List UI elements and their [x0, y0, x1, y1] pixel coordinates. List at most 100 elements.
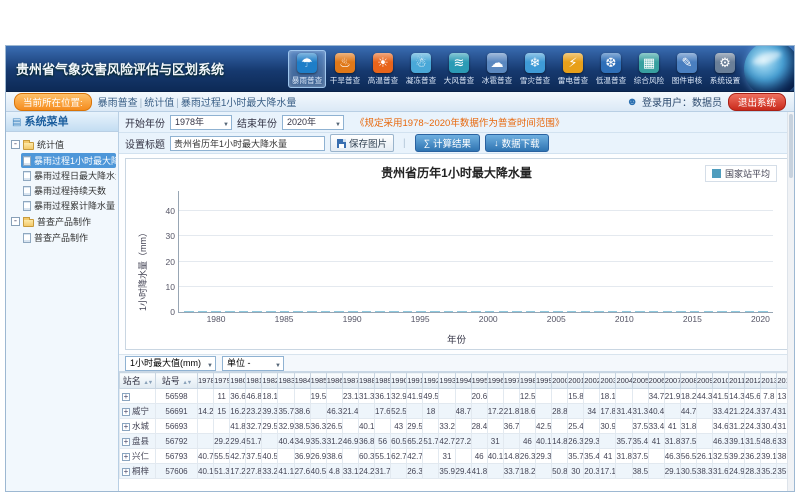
value-cell-1983: 40.4 [278, 434, 294, 449]
calculate-button[interactable]: ∑ 计算结果 [415, 134, 480, 152]
column-header-2011[interactable]: 2011 [729, 373, 745, 389]
page-icon [23, 186, 31, 196]
tree-item[interactable]: 普查产品制作 [21, 230, 116, 245]
module-hail[interactable]: ☁冰雹普查 [478, 50, 516, 88]
column-header-1981[interactable]: 1981 [246, 373, 262, 389]
value-cell-1981: 46.8 [246, 389, 262, 404]
value-cell-1995: 41.8 [471, 464, 487, 479]
column-header-1979[interactable]: 1979 [214, 373, 230, 389]
column-header-1997[interactable]: 1997 [503, 373, 519, 389]
column-header-2007[interactable]: 2007 [664, 373, 680, 389]
column-header-id[interactable]: 站号 ▲▼ [156, 373, 198, 389]
column-header-1984[interactable]: 1984 [294, 373, 310, 389]
column-header-name[interactable]: 站名 ▲▼ [120, 373, 156, 389]
column-header-1993[interactable]: 1993 [439, 373, 455, 389]
column-header-1996[interactable]: 1996 [487, 373, 503, 389]
sort-icon[interactable]: ▲▼ [182, 380, 191, 386]
tree-expander-icon[interactable]: - [11, 217, 20, 226]
tree-node[interactable]: -普查产品制作 [8, 213, 116, 230]
module-freeze[interactable]: ☃凝冻普查 [402, 50, 440, 88]
row-expander-icon[interactable]: + [122, 438, 130, 446]
module-risk[interactable]: ▦综合风险 [630, 50, 668, 88]
logout-button[interactable]: 退出系统 [728, 93, 786, 111]
column-header-1994[interactable]: 1994 [455, 373, 471, 389]
column-header-2002[interactable]: 2002 [584, 373, 600, 389]
value-cell-2012: 24.3 [745, 404, 761, 419]
value-cell-2006: 40.4 [648, 404, 664, 419]
column-header-1985[interactable]: 1985 [310, 373, 326, 389]
column-header-2012[interactable]: 2012 [745, 373, 761, 389]
module-label: 图件审核 [671, 75, 703, 85]
breadcrumb-item[interactable]: 统计值 [144, 98, 174, 109]
unit-select[interactable]: 单位 - [222, 356, 284, 371]
column-header-1998[interactable]: 1998 [519, 373, 535, 389]
header-label: 站名 [123, 376, 141, 386]
row-expander-icon[interactable]: + [122, 468, 130, 476]
column-header-2001[interactable]: 2001 [568, 373, 584, 389]
module-drought[interactable]: ♨干旱普查 [326, 50, 364, 88]
value-cell-2009 [696, 419, 712, 434]
end-year-select[interactable]: 2020年 [282, 115, 344, 130]
module-snow[interactable]: ❄雪灾普查 [516, 50, 554, 88]
module-lightning[interactable]: ⚡雷电普查 [554, 50, 592, 88]
vertical-scrollbar[interactable] [787, 112, 794, 491]
tree-expander-icon[interactable]: - [11, 140, 20, 149]
column-header-1992[interactable]: 1992 [423, 373, 439, 389]
tree-node[interactable]: -统计值 [8, 136, 116, 153]
chart-title-input[interactable] [170, 136, 325, 151]
column-header-1987[interactable]: 1987 [342, 373, 358, 389]
column-header-2010[interactable]: 2010 [713, 373, 729, 389]
value-cell-2000 [552, 419, 568, 434]
sort-icon[interactable]: ▲▼ [143, 380, 152, 386]
row-expander-icon[interactable]: + [122, 423, 130, 431]
column-header-1999[interactable]: 1999 [535, 373, 551, 389]
column-header-2013[interactable]: 2013 [761, 373, 777, 389]
column-header-2000[interactable]: 2000 [552, 373, 568, 389]
column-header-2005[interactable]: 2005 [632, 373, 648, 389]
column-header-1989[interactable]: 1989 [375, 373, 391, 389]
column-header-1988[interactable]: 1988 [358, 373, 374, 389]
column-header-1982[interactable]: 1982 [262, 373, 278, 389]
value-cell-1995 [471, 434, 487, 449]
module-lowtemp[interactable]: ❆低温普查 [592, 50, 630, 88]
column-header-2009[interactable]: 2009 [696, 373, 712, 389]
row-expander-icon[interactable]: + [122, 408, 130, 416]
metric-select[interactable]: 1小时最大值(mm) [125, 356, 216, 371]
column-header-1980[interactable]: 1980 [230, 373, 246, 389]
value-cell-1999: 40.1 [535, 434, 551, 449]
tree-item[interactable]: 暴雨过程日最大降水量 [21, 168, 116, 183]
download-button[interactable]: ↓ 数据下载 [485, 134, 549, 152]
column-header-2006[interactable]: 2006 [648, 373, 664, 389]
column-header-1978[interactable]: 1978 [198, 373, 214, 389]
tree-item[interactable]: 暴雨过程持续天数 [21, 183, 116, 198]
x-axis-ticks: 198019851990199520002005201020152020 [179, 312, 773, 324]
module-review[interactable]: ✎图件审核 [668, 50, 706, 88]
scrollbar-thumb[interactable] [789, 114, 793, 178]
station-name: 桐梓 [132, 466, 149, 476]
row-expander-icon[interactable]: + [122, 393, 130, 401]
module-wind[interactable]: ≋大风普查 [440, 50, 478, 88]
column-header-1995[interactable]: 1995 [471, 373, 487, 389]
column-header-2004[interactable]: 2004 [616, 373, 632, 389]
column-header-1990[interactable]: 1990 [391, 373, 407, 389]
tree-item[interactable]: 暴雨过程累计降水量 [21, 198, 116, 213]
breadcrumb-item[interactable]: 暴雨普查 [98, 98, 138, 109]
column-header-1983[interactable]: 1983 [278, 373, 294, 389]
row-expander-icon[interactable]: + [122, 453, 130, 461]
value-cell-1991 [407, 404, 423, 419]
breadcrumb-item[interactable]: 暴雨过程1小时最大降水量 [181, 98, 297, 109]
station-id-cell: 56793 [156, 449, 198, 464]
x-tick-label [262, 314, 274, 324]
value-cell-1991: 42.7 [407, 449, 423, 464]
calculate-label: 计算结果 [433, 136, 471, 150]
tree-item[interactable]: 暴雨过程1小时最大降水量 [21, 153, 116, 168]
column-header-1991[interactable]: 1991 [407, 373, 423, 389]
module-heat[interactable]: ☀高温普查 [364, 50, 402, 88]
module-rainstorm[interactable]: ☂暴雨普查 [288, 50, 326, 88]
module-settings[interactable]: ⚙系统设置 [706, 50, 744, 88]
save-image-button[interactable]: 保存图片 [330, 134, 394, 152]
column-header-1986[interactable]: 1986 [326, 373, 342, 389]
start-year-select[interactable]: 1978年 [170, 115, 232, 130]
column-header-2003[interactable]: 2003 [600, 373, 616, 389]
column-header-2008[interactable]: 2008 [680, 373, 696, 389]
